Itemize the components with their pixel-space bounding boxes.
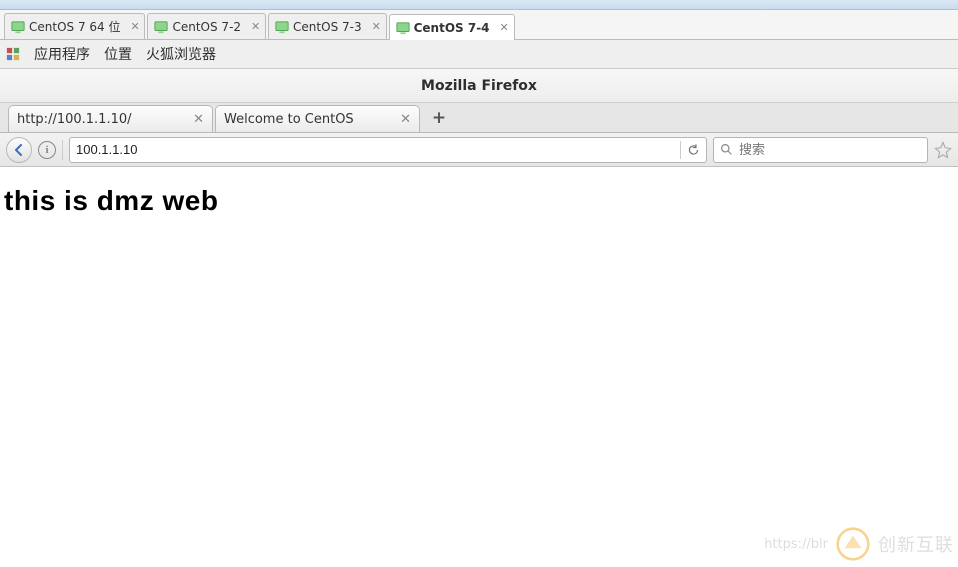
menu-places[interactable]: 位置 [104, 44, 132, 64]
vm-tab-label: CentOS 7-3 [293, 20, 362, 34]
firefox-tab-2[interactable]: Welcome to CentOS ✕ [215, 105, 420, 132]
watermark-logo-icon [836, 527, 870, 561]
vm-toolbar-strip [0, 0, 958, 10]
window-title-text: Mozilla Firefox [421, 78, 537, 94]
reload-icon [687, 143, 700, 157]
menu-firefox[interactable]: 火狐浏览器 [146, 44, 216, 64]
gnome-top-bar: 应用程序 位置 火狐浏览器 [0, 40, 958, 69]
firefox-nav-bar: i [0, 133, 958, 167]
vm-monitor-icon [396, 21, 410, 35]
arrow-left-icon [13, 144, 25, 156]
vm-tab-centos7-3[interactable]: CentOS 7-3 ✕ [268, 13, 387, 39]
firefox-tab-label: http://100.1.1.10/ [17, 112, 187, 127]
close-icon[interactable]: ✕ [193, 112, 204, 127]
menu-applications[interactable]: 应用程序 [34, 44, 90, 64]
firefox-tab-1[interactable]: http://100.1.1.10/ ✕ [8, 105, 213, 132]
search-icon [720, 143, 733, 156]
bookmark-star-icon[interactable] [934, 141, 952, 159]
vm-monitor-icon [275, 20, 289, 34]
vm-monitor-icon [154, 20, 168, 34]
url-input[interactable] [76, 142, 674, 157]
new-tab-button[interactable]: + [426, 107, 452, 129]
search-bar[interactable] [713, 137, 928, 163]
watermark-url: https://blr [764, 537, 828, 552]
page-content: this is dmz web [0, 167, 958, 235]
close-icon[interactable]: ✕ [130, 23, 138, 31]
divider [62, 140, 63, 160]
url-bar[interactable] [69, 137, 707, 163]
search-input[interactable] [739, 142, 921, 157]
activities-icon [6, 47, 20, 61]
site-info-icon[interactable]: i [38, 141, 56, 159]
vm-tab-label: CentOS 7-4 [414, 21, 490, 35]
vm-tab-label: CentOS 7-2 [172, 20, 241, 34]
vm-tab-centos7-64[interactable]: CentOS 7 64 位 ✕ [4, 13, 145, 39]
vm-tab-label: CentOS 7 64 位 [29, 18, 120, 35]
page-heading: this is dmz web [4, 185, 954, 217]
vm-monitor-icon [11, 20, 25, 34]
vm-tab-centos7-2[interactable]: CentOS 7-2 ✕ [147, 13, 266, 39]
back-button[interactable] [6, 137, 32, 163]
firefox-tab-bar: http://100.1.1.10/ ✕ Welcome to CentOS ✕… [0, 103, 958, 133]
watermark-text: 创新互联 [878, 531, 954, 557]
watermark: https://blr 创新互联 [764, 527, 954, 561]
firefox-window-title: Mozilla Firefox [0, 69, 958, 103]
firefox-tab-label: Welcome to CentOS [224, 112, 394, 127]
vm-tab-bar: CentOS 7 64 位 ✕ CentOS 7-2 ✕ CentOS 7-3 … [0, 10, 958, 40]
close-icon[interactable]: ✕ [372, 23, 380, 31]
close-icon[interactable]: ✕ [251, 23, 259, 31]
reload-button[interactable] [680, 141, 700, 159]
close-icon[interactable]: ✕ [400, 112, 411, 127]
vm-tab-centos7-4[interactable]: CentOS 7-4 ✕ [389, 14, 515, 40]
close-icon[interactable]: ✕ [500, 24, 508, 32]
